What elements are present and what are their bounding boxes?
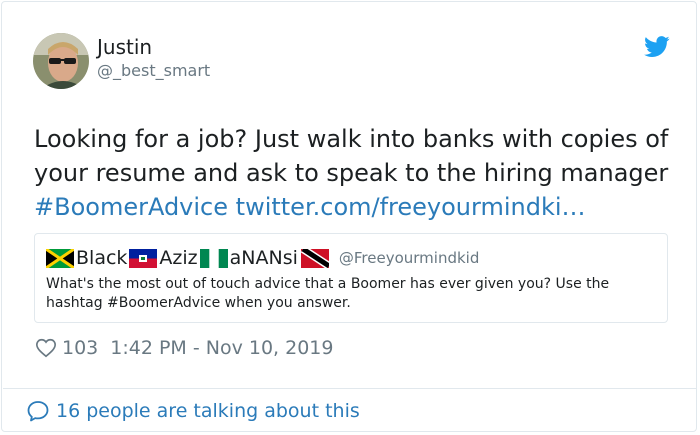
tweet-card: Justin @_best_smart Looking for a job? J…: [1, 1, 697, 432]
tweet-body: Looking for a job? Just walk into banks …: [34, 122, 684, 224]
haiti-flag-icon: [129, 248, 158, 268]
quoted-name-part: aNANsi: [229, 247, 298, 269]
nigeria-flag-icon: [199, 248, 228, 268]
conversation-label[interactable]: 16 people are talking about this: [56, 400, 360, 422]
author-handle[interactable]: @_best_smart: [97, 61, 210, 80]
quoted-text: What's the most out of touch advice that…: [46, 276, 610, 311]
chat-bubble-icon: [27, 401, 49, 422]
trinidad-flag-icon: [300, 248, 329, 268]
url-link[interactable]: twitter.com/freeyourmindki…: [236, 193, 586, 221]
conversation-link[interactable]: 16 people are talking about this: [26, 399, 360, 423]
jamaica-flag-icon: [46, 248, 74, 268]
author-name[interactable]: Justin: [97, 35, 152, 59]
quoted-tweet[interactable]: Black Aziz aNANsi @Freeyourmindkid What'…: [34, 233, 668, 323]
divider: [3, 388, 697, 389]
heart-icon[interactable]: [35, 337, 57, 359]
tweet-text: Looking for a job? Just walk into banks …: [34, 125, 669, 187]
twitter-bird-icon[interactable]: [644, 36, 670, 58]
like-count[interactable]: 103: [62, 337, 98, 359]
quoted-author-handle[interactable]: @Freeyourmindkid: [339, 249, 479, 267]
hashtag-link[interactable]: #BoomerAdvice: [34, 193, 228, 221]
quoted-header: Black Aziz aNANsi @Freeyourmindkid: [46, 246, 479, 270]
quoted-author-name[interactable]: Black Aziz aNANsi: [46, 247, 331, 269]
tweet-meta: 103 1:42 PM - Nov 10, 2019: [35, 337, 334, 359]
timestamp[interactable]: 1:42 PM - Nov 10, 2019: [110, 337, 333, 359]
avatar[interactable]: [33, 33, 89, 89]
quoted-name-part: Black: [76, 247, 128, 269]
quoted-name-part: Aziz: [159, 247, 198, 269]
